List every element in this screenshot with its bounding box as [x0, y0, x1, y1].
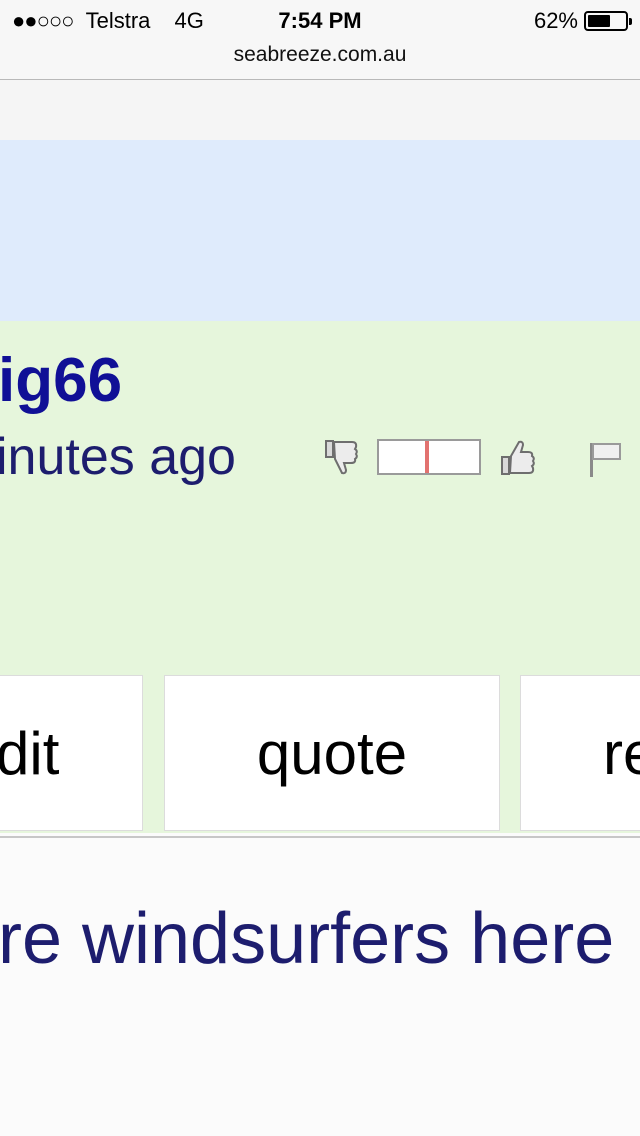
thumbs-up-icon[interactable]: [498, 437, 542, 479]
reply-button-label: re: [603, 720, 640, 787]
status-bar: ●●○○○ Telstra 4G 7:54 PM 62%: [0, 0, 640, 40]
battery-fill: [588, 15, 611, 27]
reply-button[interactable]: re: [520, 675, 640, 831]
post-divider: [0, 836, 640, 838]
battery-icon: [584, 11, 632, 31]
flag-icon[interactable]: [586, 439, 626, 479]
edit-button[interactable]: dit: [0, 675, 143, 831]
edit-button-label: dit: [0, 720, 60, 787]
vote-score-bar: [377, 439, 481, 475]
forum-post: ig66 inutes ago dit quote re: [0, 321, 640, 833]
header-band: [0, 140, 640, 321]
post-timestamp: inutes ago: [0, 428, 236, 486]
toolbar-area: [0, 80, 640, 140]
post-author[interactable]: ig66: [0, 345, 122, 416]
address-bar[interactable]: seabreeze.com.au: [0, 40, 640, 80]
battery-percent: 62%: [533, 8, 578, 33]
post-body-text: re windsurfers here: [0, 899, 615, 979]
vote-score-marker: [425, 441, 429, 473]
url-text[interactable]: seabreeze.com.au: [234, 43, 407, 66]
status-right: 62%: [533, 8, 632, 34]
quote-button[interactable]: quote: [164, 675, 500, 831]
quote-button-label: quote: [256, 720, 408, 787]
thumbs-down-icon[interactable]: [322, 437, 362, 477]
